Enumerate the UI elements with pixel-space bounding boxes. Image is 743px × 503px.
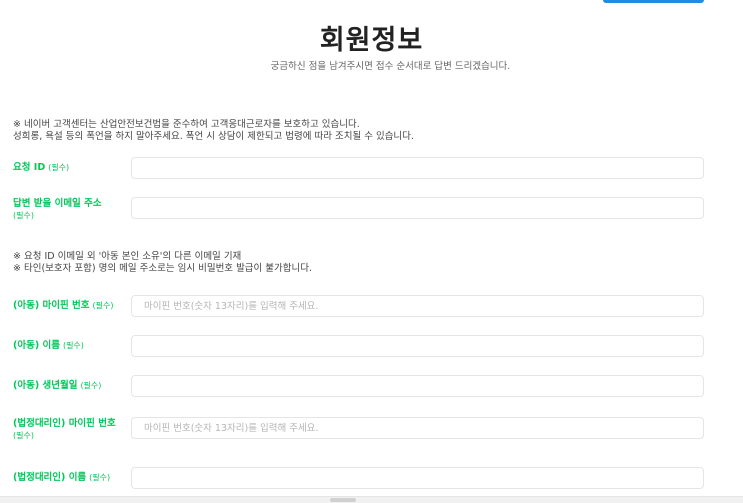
reply-email-required: (필수) bbox=[13, 211, 34, 220]
child-birth-label-text: (아동) 생년월일 bbox=[13, 380, 78, 391]
child-name-input[interactable] bbox=[131, 335, 704, 357]
page-subtitle: 궁금하신 점을 남겨주시면 접수 순서대로 답변 드리겠습니다. bbox=[270, 61, 511, 72]
guardian-name-required: (필수) bbox=[89, 473, 111, 482]
top-action-button[interactable] bbox=[603, 0, 704, 3]
guardian-name-label-text: (법정대리인) 이름 bbox=[13, 472, 87, 483]
child-birth-label: (아동) 생년월일 (필수) bbox=[13, 375, 131, 397]
guardian-ipin-label-text: (법정대리인) 마이핀 번호 bbox=[13, 418, 116, 429]
guardian-name-label: (법정대리인) 이름 (필수) bbox=[13, 467, 131, 489]
reply-email-label: 답변 받을 이메일 주소 (필수) bbox=[13, 198, 131, 222]
form-row-request-id: 요청 ID (필수) bbox=[13, 157, 704, 179]
scrollbar-thumb[interactable] bbox=[330, 498, 356, 502]
notice-mid: ※ 요청 ID 이메일 외 '아동 본인 소유'의 다른 이메일 기재 ※ 타인… bbox=[13, 251, 312, 275]
guardian-ipin-label: (법정대리인) 마이핀 번호 (필수) bbox=[13, 418, 131, 442]
reply-email-input[interactable] bbox=[131, 197, 704, 219]
child-ipin-label-text: (아동) 마이핀 번호 bbox=[13, 300, 90, 311]
child-ipin-required: (필수) bbox=[92, 301, 114, 310]
child-name-label-text: (아동) 이름 bbox=[13, 340, 60, 351]
child-name-label: (아동) 이름 (필수) bbox=[13, 335, 131, 357]
form-row-child-name: (아동) 이름 (필수) bbox=[13, 335, 704, 357]
notice-top-line-2: 성희롱, 욕설 등의 폭언을 하지 말아주세요. 폭언 시 상담이 제한되고 법… bbox=[13, 131, 414, 142]
request-id-label: 요청 ID (필수) bbox=[13, 157, 131, 179]
request-id-label-text: 요청 ID bbox=[13, 162, 46, 173]
request-id-input[interactable] bbox=[131, 157, 704, 179]
notice-top: ※ 네이버 고객센터는 산업안전보건법을 준수하여 고객응대근로자를 보호하고 … bbox=[13, 119, 414, 143]
guardian-ipin-input[interactable] bbox=[131, 417, 704, 439]
child-ipin-label: (아동) 마이핀 번호 (필수) bbox=[13, 295, 131, 317]
notice-mid-line-2: ※ 타인(보호자 포함) 명의 메일 주소로는 임시 비밀번호 발급이 불가합니… bbox=[13, 263, 313, 274]
notice-top-line-1: ※ 네이버 고객센터는 산업안전보건법을 준수하여 고객응대근로자를 보호하고 … bbox=[13, 119, 360, 130]
form-row-guardian-ipin: (법정대리인) 마이핀 번호 (필수) bbox=[13, 417, 704, 442]
child-ipin-input[interactable] bbox=[131, 295, 704, 317]
request-id-required: (필수) bbox=[48, 163, 70, 172]
child-name-required: (필수) bbox=[62, 341, 84, 350]
reply-email-label-text: 답변 받을 이메일 주소 bbox=[13, 198, 102, 209]
page-title: 회원정보 bbox=[319, 25, 424, 56]
child-birth-required: (필수) bbox=[80, 381, 102, 390]
form-row-guardian-name: (법정대리인) 이름 (필수) bbox=[13, 467, 704, 489]
guardian-name-input[interactable] bbox=[131, 467, 704, 489]
notice-mid-line-1: ※ 요청 ID 이메일 외 '아동 본인 소유'의 다른 이메일 기재 bbox=[13, 251, 242, 262]
child-birth-input[interactable] bbox=[131, 375, 704, 397]
guardian-ipin-required: (필수) bbox=[13, 431, 34, 440]
form-row-child-ipin: (아동) 마이핀 번호 (필수) bbox=[13, 295, 704, 317]
form-row-child-birth: (아동) 생년월일 (필수) bbox=[13, 375, 704, 397]
form-row-reply-email: 답변 받을 이메일 주소 (필수) bbox=[13, 197, 704, 222]
